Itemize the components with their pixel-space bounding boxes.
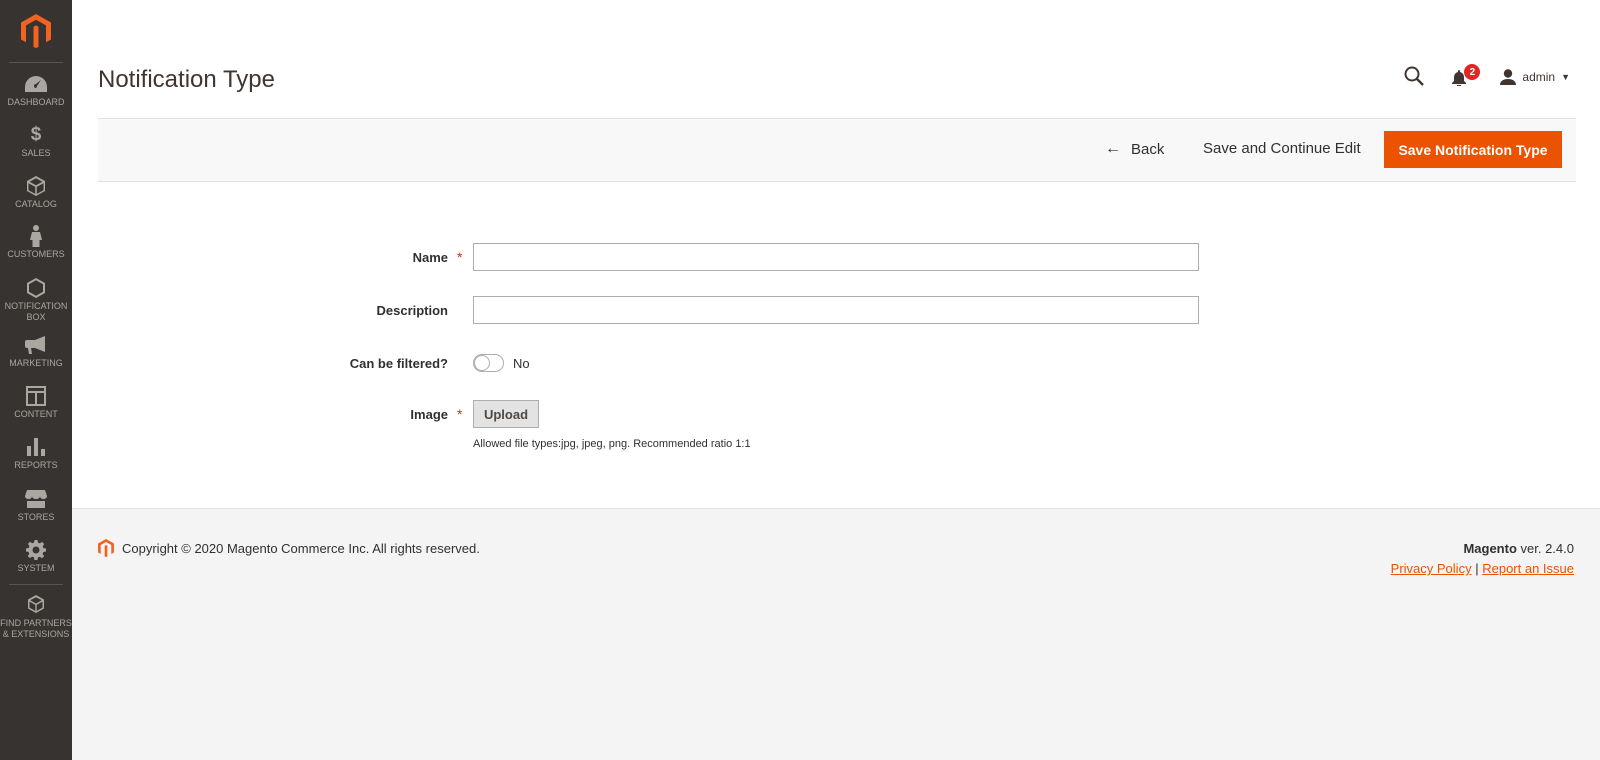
notifications-button[interactable]: 2 bbox=[1452, 64, 1481, 88]
privacy-policy-link[interactable]: Privacy Policy bbox=[1391, 561, 1472, 576]
sidebar-item-label: STORES bbox=[17, 512, 55, 522]
sidebar-item-dashboard[interactable]: DASHBOARD bbox=[0, 73, 72, 108]
user-menu[interactable]: admin ▼ bbox=[1500, 69, 1570, 85]
back-label: Back bbox=[1131, 140, 1165, 158]
sidebar-item-reports[interactable]: REPORTS bbox=[0, 436, 72, 471]
storefront-icon bbox=[25, 488, 47, 510]
sidebar-item-label: SYSTEM bbox=[17, 563, 55, 573]
admin-sidebar: DASHBOARD $ SALES CATALOG CUSTOMERS NOTI… bbox=[0, 0, 72, 760]
sidebar-item-stores[interactable]: STORES bbox=[0, 488, 72, 523]
sidebar-divider bbox=[9, 584, 63, 585]
sidebar-item-sales[interactable]: $ SALES bbox=[0, 124, 72, 159]
save-and-continue-button[interactable]: Save and Continue Edit bbox=[1203, 140, 1361, 157]
description-field: Description bbox=[0, 296, 1199, 324]
copyright: Copyright © 2020 Magento Commerce Inc. A… bbox=[98, 539, 480, 557]
save-notification-type-button[interactable]: Save Notification Type bbox=[1384, 131, 1562, 168]
arrow-left-icon: ← bbox=[1105, 140, 1121, 157]
toggle-state-text: No bbox=[513, 355, 530, 371]
can-be-filtered-field: Can be filtered? No bbox=[0, 354, 530, 372]
upload-button[interactable]: Upload bbox=[473, 400, 539, 428]
page-actions-bar: ← Back Save and Continue Edit Save Notif… bbox=[98, 118, 1576, 182]
sidebar-divider bbox=[9, 62, 63, 63]
description-label: Description bbox=[376, 302, 448, 318]
version-text: ver. 2.4.0 bbox=[1520, 541, 1574, 556]
back-button[interactable]: ← Back bbox=[1105, 140, 1164, 158]
description-input[interactable] bbox=[473, 296, 1199, 324]
brand-name: Magento bbox=[1463, 541, 1517, 556]
sidebar-item-label: REPORTS bbox=[14, 460, 58, 470]
image-field: Image * Upload bbox=[0, 400, 539, 428]
can-be-filtered-label: Can be filtered? bbox=[349, 355, 448, 371]
user-name: admin bbox=[1522, 70, 1556, 84]
toggle-knob bbox=[474, 355, 490, 371]
sidebar-item-system[interactable]: SYSTEM bbox=[0, 539, 72, 574]
search-icon[interactable] bbox=[1404, 66, 1426, 88]
sidebar-item-label: FIND PARTNERS & EXTENSIONS bbox=[0, 618, 72, 639]
name-label: Name bbox=[412, 249, 448, 265]
notification-count-badge: 2 bbox=[1464, 64, 1481, 80]
dashboard-icon bbox=[25, 73, 47, 95]
user-icon bbox=[1500, 69, 1517, 85]
image-file-types-note: Allowed file types:jpg, jpeg, png. Recom… bbox=[473, 438, 751, 450]
sidebar-item-find-partners[interactable]: FIND PARTNERS & EXTENSIONS bbox=[0, 594, 72, 640]
header-actions: 2 admin ▼ bbox=[1404, 64, 1570, 88]
copyright-text: Copyright © 2020 Magento Commerce Inc. A… bbox=[122, 540, 480, 556]
required-mark: * bbox=[457, 406, 463, 422]
image-label: Image bbox=[410, 406, 448, 422]
name-field: Name * bbox=[0, 243, 1199, 271]
can-be-filtered-toggle[interactable] bbox=[473, 354, 504, 372]
required-mark: * bbox=[457, 249, 463, 265]
sidebar-item-label: CATALOG bbox=[15, 199, 57, 209]
sidebar-item-catalog[interactable]: CATALOG bbox=[0, 175, 72, 210]
dollar-icon: $ bbox=[30, 124, 42, 145]
cubes-icon bbox=[26, 594, 46, 616]
magento-logo-icon bbox=[98, 539, 114, 557]
sidebar-item-label: SALES bbox=[21, 148, 51, 158]
name-input[interactable] bbox=[473, 243, 1199, 271]
chevron-down-icon: ▼ bbox=[1561, 72, 1570, 82]
page-footer: Copyright © 2020 Magento Commerce Inc. A… bbox=[72, 508, 1600, 760]
magento-logo[interactable] bbox=[0, 0, 72, 62]
version-info: Magento ver. 2.4.0 bbox=[1463, 541, 1574, 556]
footer-links: Privacy Policy | Report an Issue bbox=[1391, 561, 1574, 576]
box-icon bbox=[27, 175, 45, 197]
megaphone-icon bbox=[25, 334, 47, 356]
bar-chart-icon bbox=[27, 436, 45, 458]
gear-icon bbox=[26, 539, 46, 561]
link-separator: | bbox=[1475, 561, 1479, 576]
report-issue-link[interactable]: Report an Issue bbox=[1482, 561, 1574, 576]
page-title: Notification Type bbox=[98, 66, 275, 93]
sidebar-item-label: DASHBOARD bbox=[7, 97, 65, 107]
